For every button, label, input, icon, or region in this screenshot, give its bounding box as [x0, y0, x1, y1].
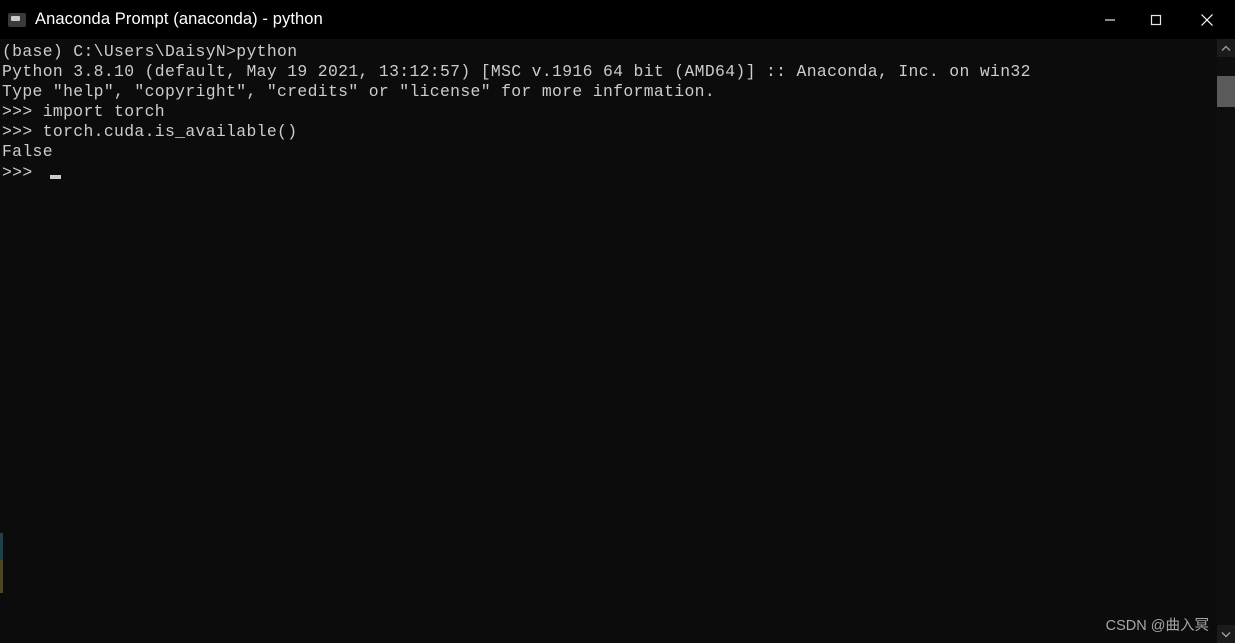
terminal-lines: (base) C:\Users\DaisyN>python Python 3.8… [0, 39, 1217, 183]
window-titlebar[interactable]: Anaconda Prompt (anaconda) - python [0, 0, 1235, 39]
window-title: Anaconda Prompt (anaconda) - python [35, 10, 323, 28]
csdn-watermark: CSDN @曲入冥 [1105, 618, 1209, 634]
window-controls [1087, 0, 1235, 39]
edge-color-artifact [0, 533, 3, 593]
scrollbar-track[interactable] [1217, 57, 1235, 625]
titlebar-left: Anaconda Prompt (anaconda) - python [0, 10, 1087, 29]
terminal-line: >>> torch.cuda.is_available() [2, 122, 298, 142]
scrollbar-thumb[interactable] [1217, 76, 1235, 107]
close-icon [1201, 13, 1213, 26]
scrollbar-up-button[interactable] [1217, 39, 1235, 57]
text-cursor [49, 174, 61, 179]
maximize-icon [1150, 14, 1162, 25]
terminal-line: (base) C:\Users\DaisyN>python [2, 42, 298, 61]
console-icon [8, 12, 26, 27]
vertical-scrollbar[interactable] [1217, 39, 1235, 643]
chevron-down-icon [1221, 631, 1231, 637]
scrollbar-down-button[interactable] [1217, 625, 1235, 643]
maximize-button[interactable] [1133, 0, 1179, 39]
terminal-active-prompt-line[interactable]: >>> [2, 163, 1217, 183]
terminal-line: False [2, 142, 53, 162]
minimize-icon [1105, 18, 1115, 21]
chevron-up-icon [1221, 45, 1231, 51]
terminal-line: Python 3.8.10 (default, May 19 2021, 13:… [2, 62, 1031, 82]
prompt-symbol: >>> [2, 162, 43, 182]
anaconda-prompt-window: Anaconda Prompt (anaconda) - python (bas… [0, 0, 1235, 643]
close-button[interactable] [1179, 0, 1235, 39]
terminal-line: >>> import torch [2, 102, 165, 122]
terminal-line: Type "help", "copyright", "credits" or "… [2, 82, 716, 102]
minimize-button[interactable] [1087, 0, 1133, 39]
terminal-output-area[interactable]: (base) C:\Users\DaisyN>python Python 3.8… [0, 39, 1217, 643]
